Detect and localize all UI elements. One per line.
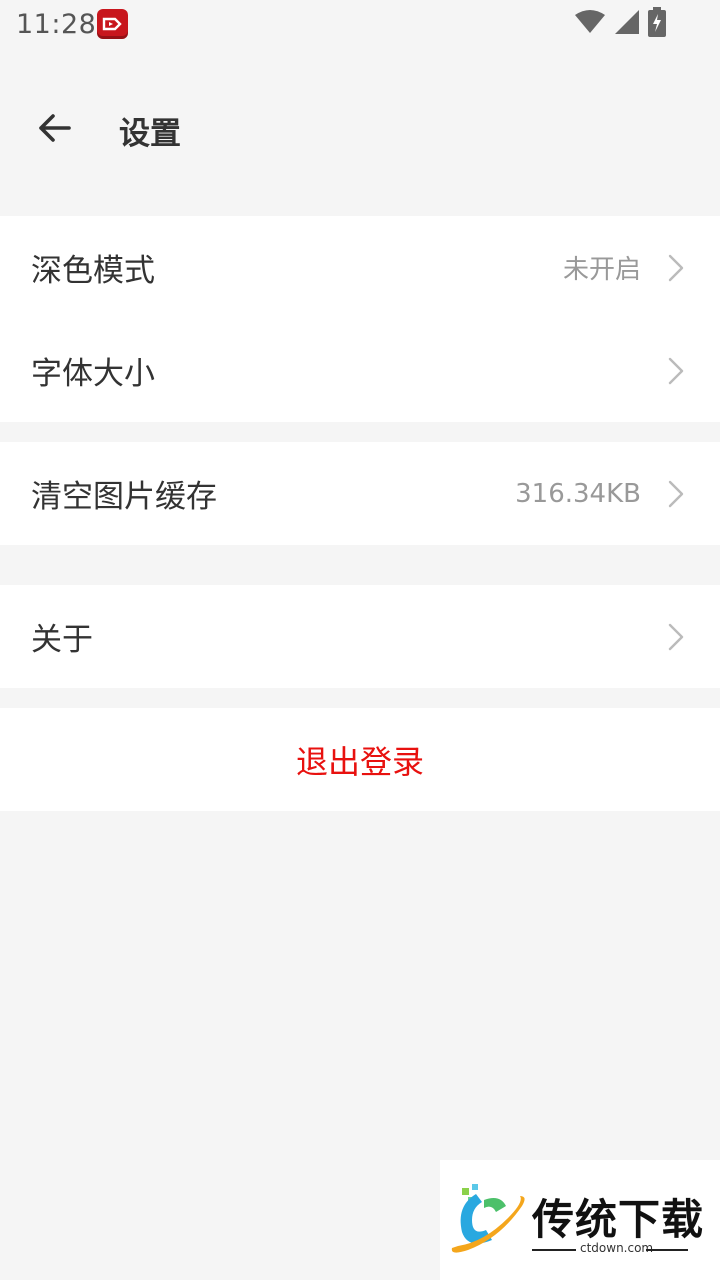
battery-charging-icon	[648, 7, 666, 41]
ctdown-logo-icon	[448, 1184, 528, 1260]
app-header: 设置	[0, 88, 720, 170]
signal-icon	[614, 9, 640, 39]
clear-image-cache-row[interactable]: 清空图片缓存 316.34KB	[0, 442, 720, 545]
watermark-divider	[646, 1249, 688, 1251]
dark-mode-row[interactable]: 深色模式 未开启	[0, 216, 720, 319]
clear-image-cache-label: 清空图片缓存	[31, 479, 217, 515]
settings-group-cache: 清空图片缓存 316.34KB	[0, 442, 720, 545]
watermark-divider	[532, 1249, 576, 1251]
watermark: 传统下载 ctdown.com	[440, 1160, 720, 1280]
font-size-row[interactable]: 字体大小	[0, 319, 720, 422]
settings-group-display: 深色模式 未开启 字体大小	[0, 216, 720, 422]
watermark-url: ctdown.com	[580, 1241, 654, 1255]
status-time: 11:28	[16, 9, 97, 40]
cache-size-value: 316.34KB	[515, 478, 641, 509]
logout-button[interactable]: 退出登录	[0, 708, 720, 811]
dark-mode-label: 深色模式	[31, 253, 155, 289]
font-size-label: 字体大小	[31, 356, 155, 392]
about-label: 关于	[31, 622, 93, 658]
settings-group-about: 关于	[0, 585, 720, 688]
status-bar: 11:28	[0, 0, 720, 50]
wifi-icon	[574, 9, 606, 39]
chevron-right-icon	[666, 622, 686, 652]
logout-group: 退出登录	[0, 708, 720, 811]
chevron-right-icon	[666, 253, 686, 283]
dark-mode-value: 未开启	[562, 255, 641, 285]
watermark-text: 传统下载	[532, 1195, 705, 1244]
back-button[interactable]	[30, 106, 78, 154]
chevron-right-icon	[666, 356, 686, 386]
arrow-left-icon	[37, 113, 71, 147]
app-notification-icon	[97, 9, 128, 39]
chevron-right-icon	[666, 479, 686, 509]
status-icons	[574, 7, 666, 41]
page-title: 设置	[119, 116, 181, 152]
logout-label: 退出登录	[295, 742, 424, 781]
about-row[interactable]: 关于	[0, 585, 720, 688]
